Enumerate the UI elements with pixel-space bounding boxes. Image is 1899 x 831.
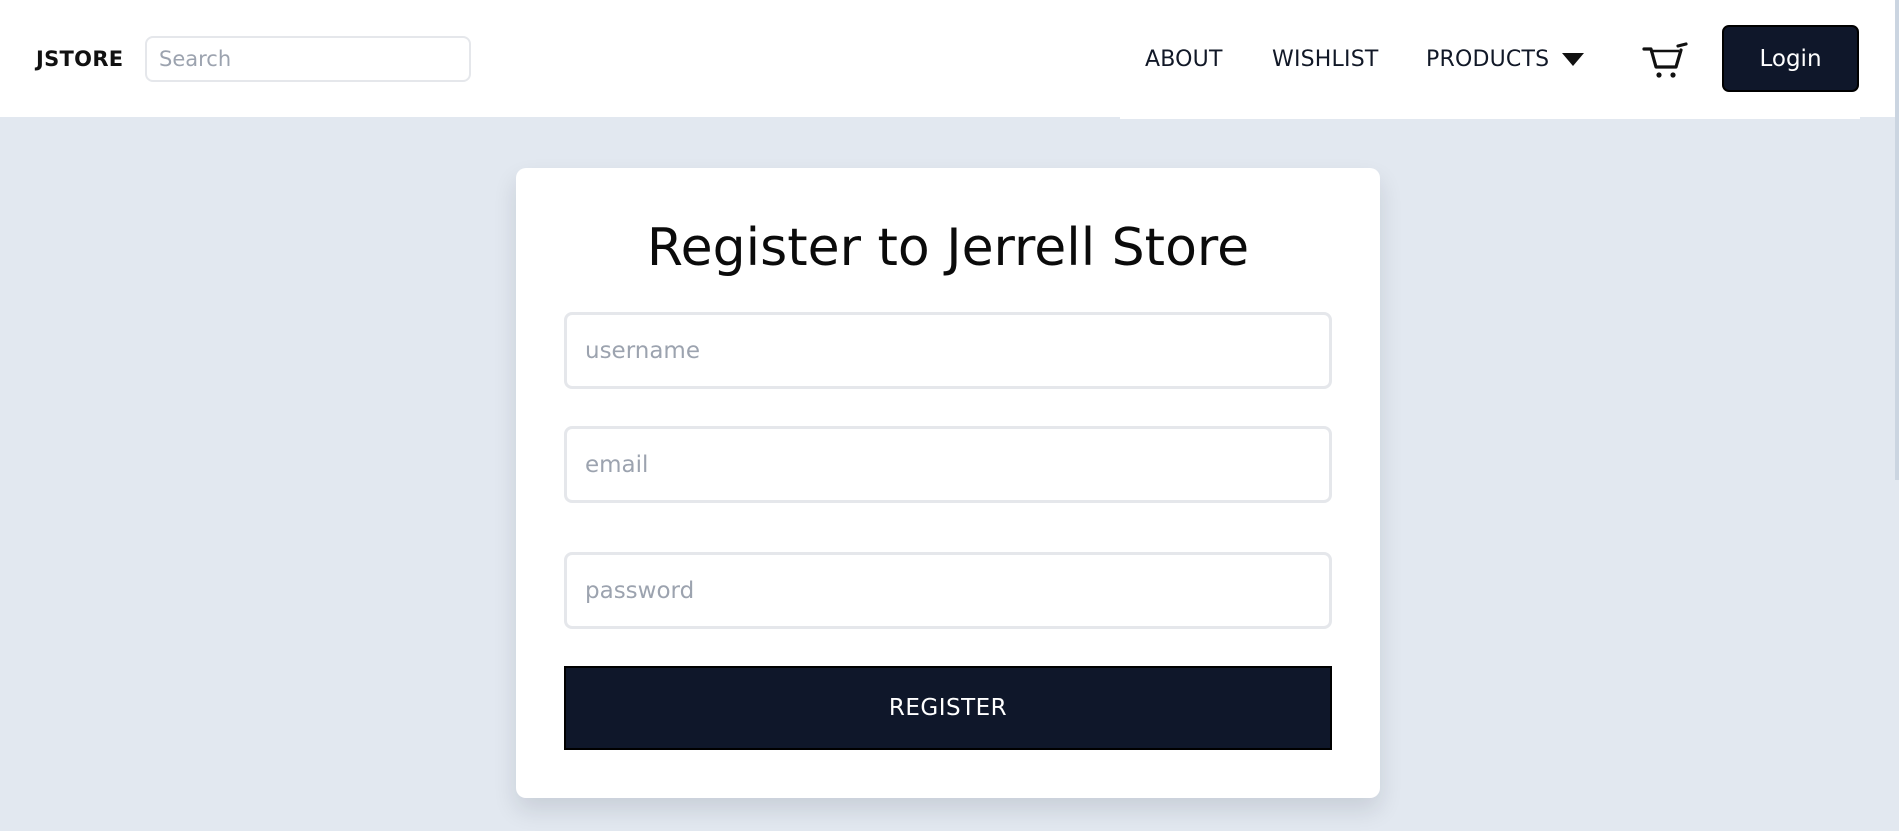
shopping-cart-icon[interactable] <box>1642 40 1688 80</box>
register-title: Register to Jerrell Store <box>646 218 1250 278</box>
nav-wishlist-link[interactable]: WISHLIST <box>1272 47 1379 72</box>
caret-down-icon[interactable] <box>1562 53 1584 66</box>
shopping-cart-icon-graphic <box>1642 42 1688 78</box>
nav-products-dropdown[interactable]: PRODUCTS <box>1426 47 1549 72</box>
register-card: Register to Jerrell Store REGISTER <box>516 168 1380 798</box>
login-button[interactable]: Login <box>1722 25 1859 92</box>
page-scrollbar[interactable] <box>1895 0 1899 480</box>
username-field[interactable] <box>564 312 1332 389</box>
brand-logo[interactable]: JSTORE <box>36 47 123 71</box>
nav-divider <box>1120 117 1860 119</box>
search-input[interactable] <box>145 36 471 82</box>
email-field[interactable] <box>564 426 1332 503</box>
register-button[interactable]: REGISTER <box>564 666 1332 750</box>
password-field[interactable] <box>564 552 1332 629</box>
top-navbar: JSTORE ABOUT WISHLIST PRODUCTS Login <box>0 0 1899 117</box>
nav-about-link[interactable]: ABOUT <box>1145 47 1223 72</box>
